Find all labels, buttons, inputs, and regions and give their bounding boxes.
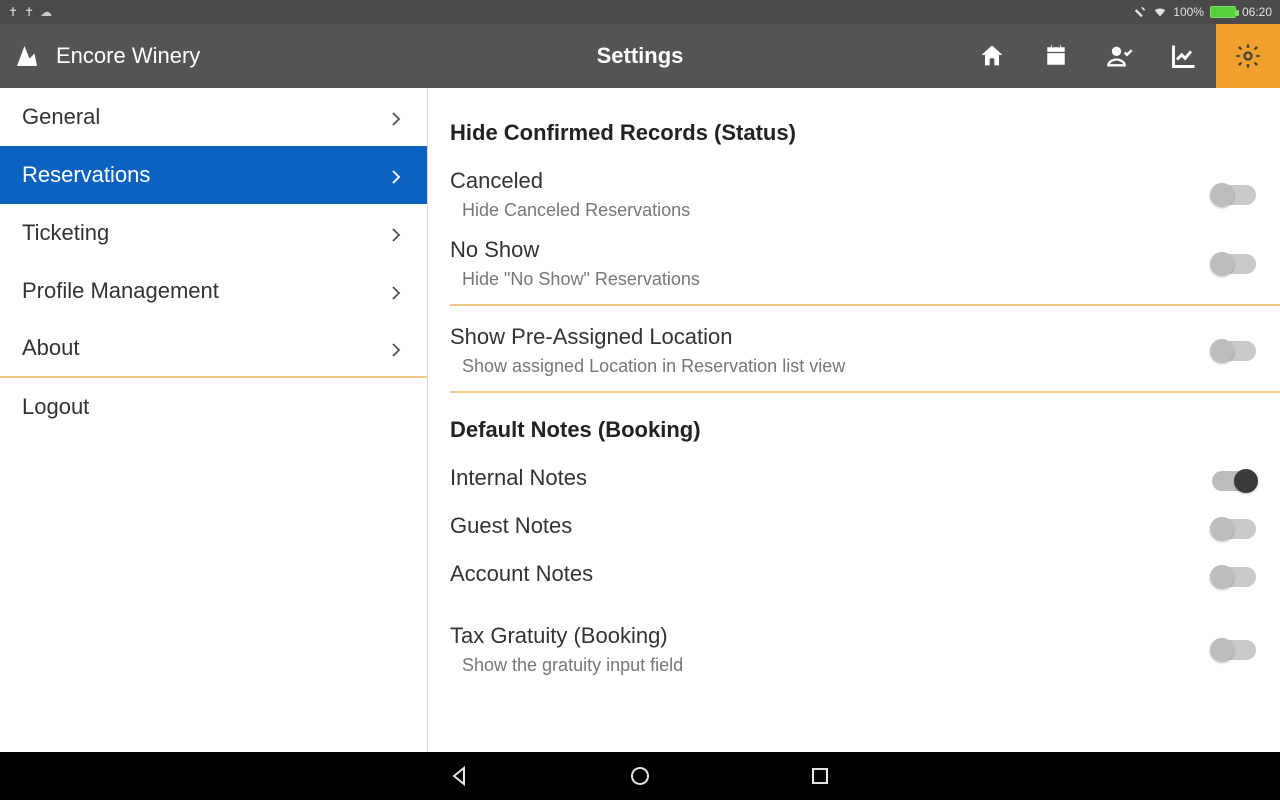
calendar-icon bbox=[1042, 42, 1070, 70]
setting-account-notes[interactable]: Account Notes bbox=[442, 553, 1280, 601]
setting-subtitle: Hide "No Show" Reservations bbox=[450, 269, 1252, 290]
square-recent-icon bbox=[808, 764, 832, 788]
sidebar-item-ticketing[interactable]: Ticketing bbox=[0, 204, 427, 262]
toggle-guest-notes[interactable] bbox=[1212, 519, 1256, 539]
home-icon bbox=[978, 42, 1006, 70]
setting-title: No Show bbox=[450, 237, 1252, 263]
vibrate-icon bbox=[1133, 5, 1147, 19]
settings-sidebar: General Reservations Ticketing Profile M… bbox=[0, 88, 428, 752]
setting-title: Show Pre-Assigned Location bbox=[450, 324, 1252, 350]
toggle-no-show[interactable] bbox=[1212, 254, 1256, 274]
home-button[interactable] bbox=[960, 24, 1024, 88]
calendar-button[interactable] bbox=[1024, 24, 1088, 88]
sidebar-item-label: Logout bbox=[22, 394, 89, 420]
toggle-pre-assigned[interactable] bbox=[1212, 341, 1256, 361]
setting-guest-notes[interactable]: Guest Notes bbox=[442, 505, 1280, 553]
toggle-tax-gratuity[interactable] bbox=[1212, 640, 1256, 660]
setting-canceled[interactable]: Canceled Hide Canceled Reservations bbox=[442, 160, 1280, 229]
gear-icon bbox=[1234, 42, 1262, 70]
brand-logo-icon[interactable] bbox=[12, 41, 42, 71]
section-header-hide-confirmed: Hide Confirmed Records (Status) bbox=[442, 106, 1280, 160]
sidebar-item-label: Profile Management bbox=[22, 278, 219, 304]
toggle-account-notes[interactable] bbox=[1212, 567, 1256, 587]
setting-subtitle: Hide Canceled Reservations bbox=[450, 200, 1252, 221]
setting-subtitle: Show assigned Location in Reservation li… bbox=[450, 356, 1252, 377]
sidebar-item-label: Ticketing bbox=[22, 220, 109, 246]
setting-no-show[interactable]: No Show Hide "No Show" Reservations bbox=[442, 229, 1280, 298]
setting-subtitle: Show the gratuity input field bbox=[450, 655, 1252, 676]
toggle-internal-notes[interactable] bbox=[1212, 471, 1256, 491]
nav-home-button[interactable] bbox=[620, 756, 660, 796]
chevron-right-icon bbox=[387, 166, 405, 184]
wifi-icon bbox=[1153, 5, 1167, 19]
chevron-right-icon bbox=[387, 224, 405, 242]
setting-title: Tax Gratuity (Booking) bbox=[450, 623, 1252, 649]
brand-title: Encore Winery bbox=[56, 43, 200, 69]
setting-title: Canceled bbox=[450, 168, 1252, 194]
reports-button[interactable] bbox=[1152, 24, 1216, 88]
android-nav-bar bbox=[0, 752, 1280, 800]
sidebar-item-label: About bbox=[22, 335, 80, 361]
chevron-right-icon bbox=[387, 108, 405, 126]
nfc-icon: ✝ bbox=[8, 5, 18, 19]
setting-title: Guest Notes bbox=[450, 513, 1252, 539]
sync-icon: ✝ bbox=[24, 5, 34, 19]
nav-recent-button[interactable] bbox=[800, 756, 840, 796]
settings-button[interactable] bbox=[1216, 24, 1280, 88]
cloud-icon: ☁ bbox=[40, 5, 52, 19]
sidebar-item-logout[interactable]: Logout bbox=[0, 378, 427, 436]
chevron-right-icon bbox=[387, 339, 405, 357]
page-title: Settings bbox=[597, 43, 684, 69]
settings-content: Hide Confirmed Records (Status) Canceled… bbox=[428, 88, 1280, 752]
nav-back-button[interactable] bbox=[440, 756, 480, 796]
sidebar-item-general[interactable]: General bbox=[0, 88, 427, 146]
toggle-canceled[interactable] bbox=[1212, 185, 1256, 205]
guest-button[interactable] bbox=[1088, 24, 1152, 88]
sidebar-item-profile-management[interactable]: Profile Management bbox=[0, 262, 427, 320]
person-check-icon bbox=[1106, 42, 1134, 70]
clock: 06:20 bbox=[1242, 5, 1272, 19]
circle-home-icon bbox=[628, 764, 652, 788]
section-header-default-notes: Default Notes (Booking) bbox=[442, 403, 1280, 457]
setting-tax-gratuity[interactable]: Tax Gratuity (Booking) Show the gratuity… bbox=[442, 615, 1280, 684]
triangle-back-icon bbox=[448, 764, 472, 788]
app-bar: Encore Winery Settings bbox=[0, 24, 1280, 88]
divider bbox=[450, 304, 1280, 306]
setting-pre-assigned-location[interactable]: Show Pre-Assigned Location Show assigned… bbox=[442, 316, 1280, 385]
battery-icon bbox=[1210, 6, 1236, 18]
setting-title: Internal Notes bbox=[450, 465, 1252, 491]
battery-percent: 100% bbox=[1173, 5, 1204, 19]
android-status-bar: ✝ ✝ ☁ 100% 06:20 bbox=[0, 0, 1280, 24]
sidebar-item-label: General bbox=[22, 104, 100, 130]
sidebar-item-about[interactable]: About bbox=[0, 320, 427, 378]
divider bbox=[450, 391, 1280, 393]
sidebar-item-label: Reservations bbox=[22, 162, 150, 188]
setting-title: Account Notes bbox=[450, 561, 1252, 587]
chevron-right-icon bbox=[387, 282, 405, 300]
chart-line-icon bbox=[1170, 42, 1198, 70]
sidebar-item-reservations[interactable]: Reservations bbox=[0, 146, 427, 204]
setting-internal-notes[interactable]: Internal Notes bbox=[442, 457, 1280, 505]
